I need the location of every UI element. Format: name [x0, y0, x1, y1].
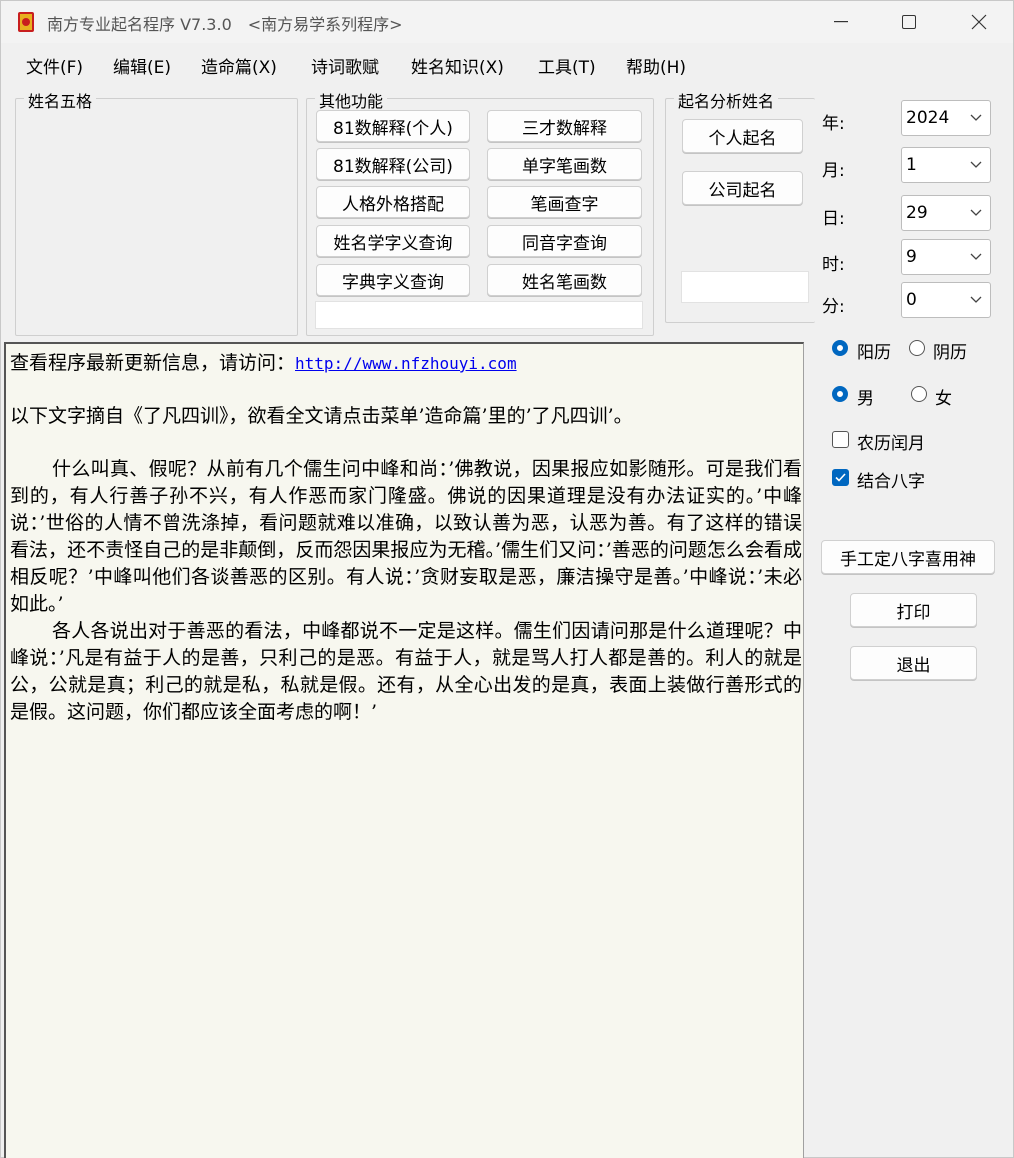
paragraph-2: 各人各说出对于善恶的看法，中峰都说不一定是这样。儒生们因请问那是什么道理呢？中峰… [10, 620, 802, 723]
hour-label: 时: [822, 255, 845, 275]
day-select[interactable]: 29 [901, 195, 991, 231]
menu-destiny[interactable]: 造命篇(X) [201, 53, 277, 78]
title-bar: 南方专业起名程序 V7.3.0 <南方易学系列程序> [1, 1, 1013, 43]
month-value: 1 [906, 155, 917, 175]
minimize-button[interactable] [811, 1, 871, 43]
close-button[interactable] [949, 1, 1009, 43]
menu-poetry[interactable]: 诗词歌赋 [311, 53, 379, 78]
female-label: 女 [935, 389, 952, 409]
website-link[interactable]: http://www.nfzhouyi.com [295, 354, 517, 373]
btn-renge-waige[interactable]: 人格外格搭配 [316, 186, 470, 218]
manual-bazi-button[interactable]: 手工定八字喜用神 [821, 540, 995, 574]
minute-select[interactable]: 0 [901, 282, 991, 318]
app-logo-icon [18, 12, 34, 32]
other-functions-input[interactable] [315, 301, 643, 329]
hour-value: 9 [906, 247, 917, 267]
exit-button[interactable]: 退出 [850, 646, 977, 680]
year-select[interactable]: 2024 [901, 100, 991, 136]
leap-month-checkbox[interactable] [832, 431, 849, 448]
btn-personal-naming[interactable]: 个人起名 [682, 119, 803, 153]
window-title: 南方专业起名程序 V7.3.0 <南方易学系列程序> [47, 15, 403, 34]
year-label: 年: [822, 114, 845, 134]
maximize-icon [902, 15, 916, 29]
menu-tools[interactable]: 工具(T) [538, 53, 596, 78]
btn-dictionary[interactable]: 字典字义查询 [316, 264, 470, 296]
group-name-wuge: 姓名五格 [15, 88, 298, 336]
menu-bar: 文件(F) 编辑(E) 造命篇(X) 诗词歌赋 姓名知识(X) 工具(T) 帮助… [1, 47, 1013, 81]
name-analysis-input[interactable] [681, 271, 809, 303]
btn-name-meaning[interactable]: 姓名学字义查询 [316, 225, 470, 257]
month-label: 月: [822, 161, 845, 181]
menu-file[interactable]: 文件(F) [26, 53, 83, 78]
group-other-functions-label: 其他功能 [315, 88, 388, 112]
combine-bazi-label: 结合八字 [857, 472, 925, 492]
btn-homophone[interactable]: 同音字查询 [487, 225, 642, 257]
btn-81-personal[interactable]: 81数解释(个人) [316, 110, 470, 142]
btn-name-strokes[interactable]: 姓名笔画数 [487, 264, 642, 296]
group-name-wuge-label: 姓名五格 [24, 88, 97, 112]
menu-help[interactable]: 帮助(H) [626, 53, 686, 78]
day-value: 29 [906, 203, 928, 223]
male-label: 男 [857, 389, 874, 409]
btn-sancai[interactable]: 三才数解释 [487, 110, 642, 142]
lunar-label: 阴历 [933, 343, 967, 363]
minute-value: 0 [906, 290, 917, 310]
lunar-radio[interactable] [909, 340, 925, 356]
menu-name-knowledge[interactable]: 姓名知识(X) [411, 53, 504, 78]
leap-month-label: 农历闰月 [857, 434, 925, 454]
month-select[interactable]: 1 [901, 147, 991, 183]
male-radio[interactable] [832, 386, 848, 402]
btn-company-naming[interactable]: 公司起名 [682, 171, 803, 205]
app-window: 南方专业起名程序 V7.3.0 <南方易学系列程序> 文件(F) 编辑(E) 造命… [0, 0, 1014, 1158]
btn-char-strokes[interactable]: 单字笔画数 [487, 148, 642, 180]
chevron-down-icon [970, 209, 982, 216]
btn-81-company[interactable]: 81数解释(公司) [316, 148, 470, 180]
year-value: 2024 [906, 108, 950, 128]
group-name-analysis-label: 起名分析姓名 [674, 88, 779, 112]
maximize-button[interactable] [879, 1, 939, 43]
close-icon [971, 14, 987, 30]
chevron-down-icon [970, 161, 982, 168]
chevron-down-icon [970, 253, 982, 260]
btn-stroke-lookup[interactable]: 笔画查字 [487, 186, 642, 218]
hour-select[interactable]: 9 [901, 239, 991, 275]
print-button[interactable]: 打印 [850, 593, 977, 627]
combine-bazi-checkbox[interactable] [832, 469, 849, 486]
intro-text: 以下文字摘自《了凡四训》，欲看全文请点击菜单’造命篇’里的’了凡四训’。 [10, 405, 633, 427]
update-info-line: 查看程序最新更新信息，请访问：http://www.nfzhouyi.com [10, 350, 800, 377]
chevron-down-icon [970, 114, 982, 121]
solar-label: 阳历 [857, 343, 891, 363]
check-icon [835, 473, 846, 482]
female-radio[interactable] [911, 386, 927, 402]
paragraph-1: 什么叫真、假呢？从前有几个儒生问中峰和尚：’佛教说，因果报应如影随形。可是我们看… [10, 458, 802, 615]
update-info-prefix: 查看程序最新更新信息，请访问： [10, 352, 296, 374]
minute-label: 分: [822, 297, 845, 317]
minimize-icon [834, 21, 848, 23]
solar-radio[interactable] [832, 340, 848, 356]
content-text-area[interactable]: 查看程序最新更新信息，请访问：http://www.nfzhouyi.com 以… [4, 342, 804, 1158]
menu-edit[interactable]: 编辑(E) [113, 53, 171, 78]
day-label: 日: [822, 209, 845, 229]
chevron-down-icon [970, 296, 982, 303]
